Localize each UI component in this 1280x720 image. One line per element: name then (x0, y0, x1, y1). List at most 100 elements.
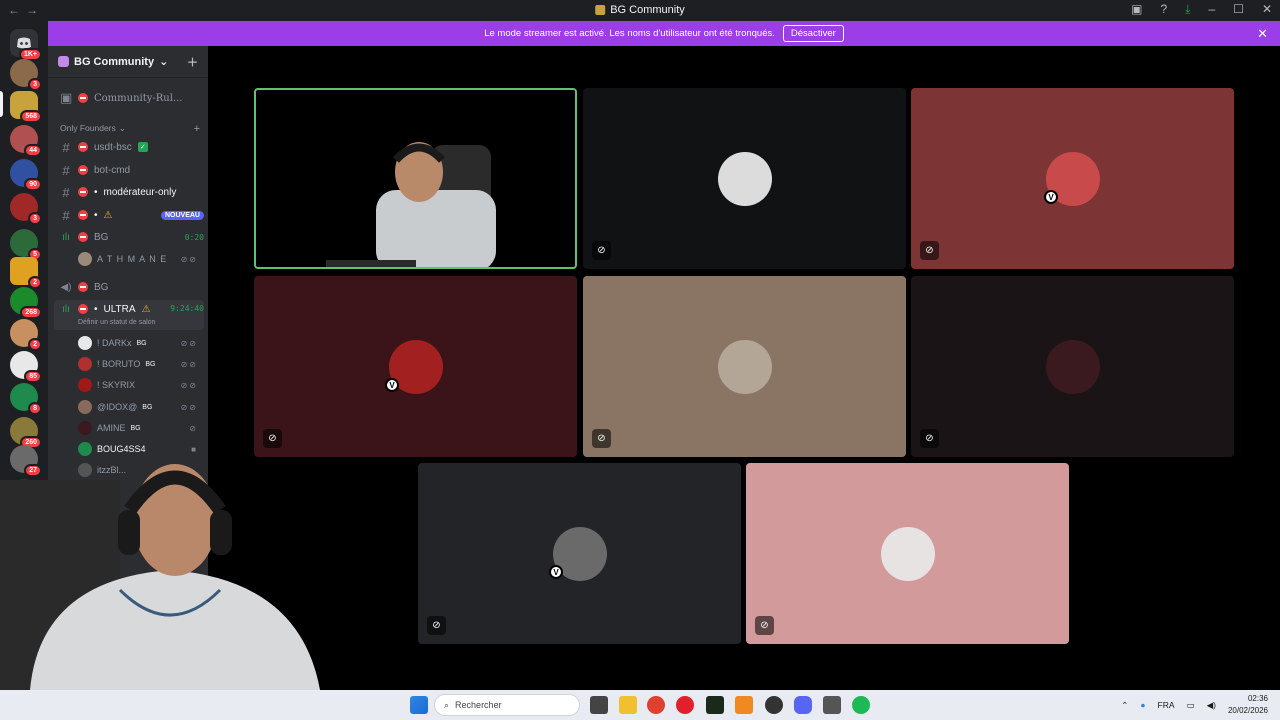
channel-warning[interactable]: # • ⚠ NOUVEAU (54, 205, 204, 225)
server-icon[interactable]: 5 (10, 229, 42, 261)
voice-stage: ⊘ V ⊘ V ⊘ ⊘ ⊘ V ⊘ ⊘ (208, 46, 1280, 690)
unread-dot-icon: • (94, 209, 98, 221)
camera-icon: ■ (191, 444, 198, 454)
new-badge: NOUVEAU (160, 210, 204, 220)
channel-status[interactable]: Définir un statut de salon (78, 319, 155, 326)
unread-dot-icon: • (94, 304, 98, 315)
unread-dot-icon: • (94, 186, 98, 198)
minimize-icon[interactable]: – (1208, 2, 1215, 17)
server-header[interactable]: BG Community ⌄ ＋ (48, 46, 208, 78)
window-title: BG Community (595, 4, 685, 16)
close-window-icon[interactable]: ✕ (1262, 2, 1272, 17)
server-icon[interactable]: 259 (10, 479, 42, 511)
app-icon[interactable] (735, 696, 753, 714)
mic-muted-icon: ⊘ (592, 241, 611, 260)
speaker-icon: ◀) (60, 281, 72, 293)
avatar (78, 442, 92, 456)
opera-icon[interactable] (676, 696, 694, 714)
window-controls: ▣ ? ⤓ – ☐ ✕ (1131, 2, 1272, 17)
voice-user[interactable]: AMINE BG ⊘ (78, 419, 198, 437)
clock[interactable]: 02:36 20/02/2026 (1228, 693, 1268, 717)
server-icon[interactable]: 3 (10, 59, 42, 91)
video-tile[interactable]: V ⊘ (418, 463, 741, 644)
chevron-up-icon[interactable]: ⌃ (1121, 700, 1128, 711)
windows-start-icon[interactable] (410, 696, 428, 714)
file-explorer-icon[interactable] (619, 696, 637, 714)
help-icon[interactable]: ? (1160, 2, 1167, 17)
server-logo-icon (595, 5, 606, 15)
video-tile[interactable]: V ⊘ (911, 88, 1234, 269)
discord-taskbar-icon[interactable] (794, 696, 812, 714)
avatar (78, 357, 92, 371)
language-indicator[interactable]: FRA (1158, 700, 1175, 710)
app-icon[interactable] (765, 696, 783, 714)
voice-channel-bg[interactable]: ılı BG 0:20 (54, 227, 204, 247)
app-icon[interactable] (823, 696, 841, 714)
avatar (880, 526, 935, 581)
download-icon[interactable]: ⤓ (1185, 2, 1190, 17)
close-banner-icon[interactable]: ✕ (1257, 26, 1268, 42)
history-nav[interactable]: ←→ (8, 3, 44, 17)
voice-user[interactable]: ! DARKx BG ⊘⊘ (78, 334, 198, 352)
channel-name: bot-cmd (94, 164, 131, 176)
server-icon[interactable]: AU (24, 551, 48, 575)
video-tile-camera[interactable] (254, 88, 577, 269)
volume-icon[interactable]: ◀) (1207, 700, 1216, 711)
channel-bot[interactable]: # bot-cmd (54, 160, 204, 180)
voice-user[interactable]: ! SKYRIX ⊘⊘ (78, 376, 198, 394)
avatar (78, 463, 92, 477)
check-icon: ✓ (137, 142, 148, 152)
taskbar-search[interactable]: ⌕ Rechercher (434, 694, 580, 716)
video-tile[interactable]: ⊘ (583, 88, 906, 269)
muted-deafened-icons: ⊘⊘ (180, 380, 198, 390)
profile-badge: V (549, 565, 563, 579)
video-tile[interactable]: ⊘ (583, 276, 906, 457)
voice-channel-bg2[interactable]: ◀) BG (54, 277, 204, 297)
video-tile[interactable]: ⊘ (911, 276, 1234, 457)
server-icon[interactable]: 268 (10, 287, 42, 319)
inbox-icon[interactable]: ▣ (1131, 2, 1142, 17)
voice-activity-icon: ılı (62, 231, 70, 243)
invite-people-icon[interactable]: ＋ (187, 54, 198, 70)
voice-user[interactable]: @IDOX@ BG ⊘⊘ (78, 398, 198, 416)
deafened-icon: ⊘ (755, 616, 774, 635)
rules-icon: ▣ (60, 90, 73, 105)
server-icon[interactable]: 44 (10, 125, 42, 157)
network-icon[interactable]: ▭ (1187, 700, 1195, 711)
voice-user[interactable]: ! BORUTO BG ⊘⊘ (78, 355, 198, 373)
category-only-founders[interactable]: Only Founders ⌄ + (60, 123, 200, 135)
server-tag: BG (136, 339, 147, 347)
server-icon[interactable]: 2 (10, 257, 42, 289)
muted-deafened-icons: ⊘⊘ (180, 402, 198, 412)
home-button[interactable]: 1K+ (10, 29, 42, 61)
muted-deafened-icons: ⊘⊘ (180, 338, 198, 348)
create-channel-icon[interactable]: + (194, 123, 200, 135)
voice-user[interactable]: A T H M A N E ⊘⊘ (78, 250, 198, 268)
disable-streamer-button[interactable]: Désactiver (782, 25, 844, 42)
chevron-down-icon: ⌄ (118, 123, 126, 133)
server-icon[interactable]: 90 (10, 159, 42, 191)
server-icon[interactable]: 3 (10, 193, 42, 225)
maximize-icon[interactable]: ☐ (1233, 2, 1244, 17)
video-tile[interactable]: V ⊘ (254, 276, 577, 457)
server-icon[interactable]: 27 (10, 445, 42, 477)
channel-mod[interactable]: # • modérateur-only (54, 182, 204, 202)
microphone-icon[interactable]: ● (1140, 700, 1145, 710)
spotify-icon[interactable] (852, 696, 870, 714)
channel-rules[interactable]: ▣ Community-Rul... (54, 88, 204, 108)
video-tile[interactable]: ⊘ (746, 463, 1069, 644)
avatar (717, 151, 772, 206)
server-icon[interactable]: 8 (10, 383, 42, 415)
channel-usdt[interactable]: # usdt-bsc ✓ (54, 137, 204, 157)
voice-user[interactable]: BOUG4SS4 ■ (78, 440, 198, 458)
time: 02:36 (1247, 694, 1268, 703)
terminal-icon[interactable] (706, 696, 724, 714)
server-icon[interactable]: 260 (10, 417, 42, 449)
server-icon[interactable]: 2 (10, 319, 42, 351)
server-tag: BG (130, 424, 141, 432)
voice-user[interactable]: itzzBl... (78, 461, 198, 479)
server-icon[interactable]: 568 (10, 91, 42, 123)
server-icon[interactable]: 85 (10, 351, 42, 383)
task-view-icon[interactable] (590, 696, 608, 714)
chrome-icon[interactable] (647, 696, 665, 714)
